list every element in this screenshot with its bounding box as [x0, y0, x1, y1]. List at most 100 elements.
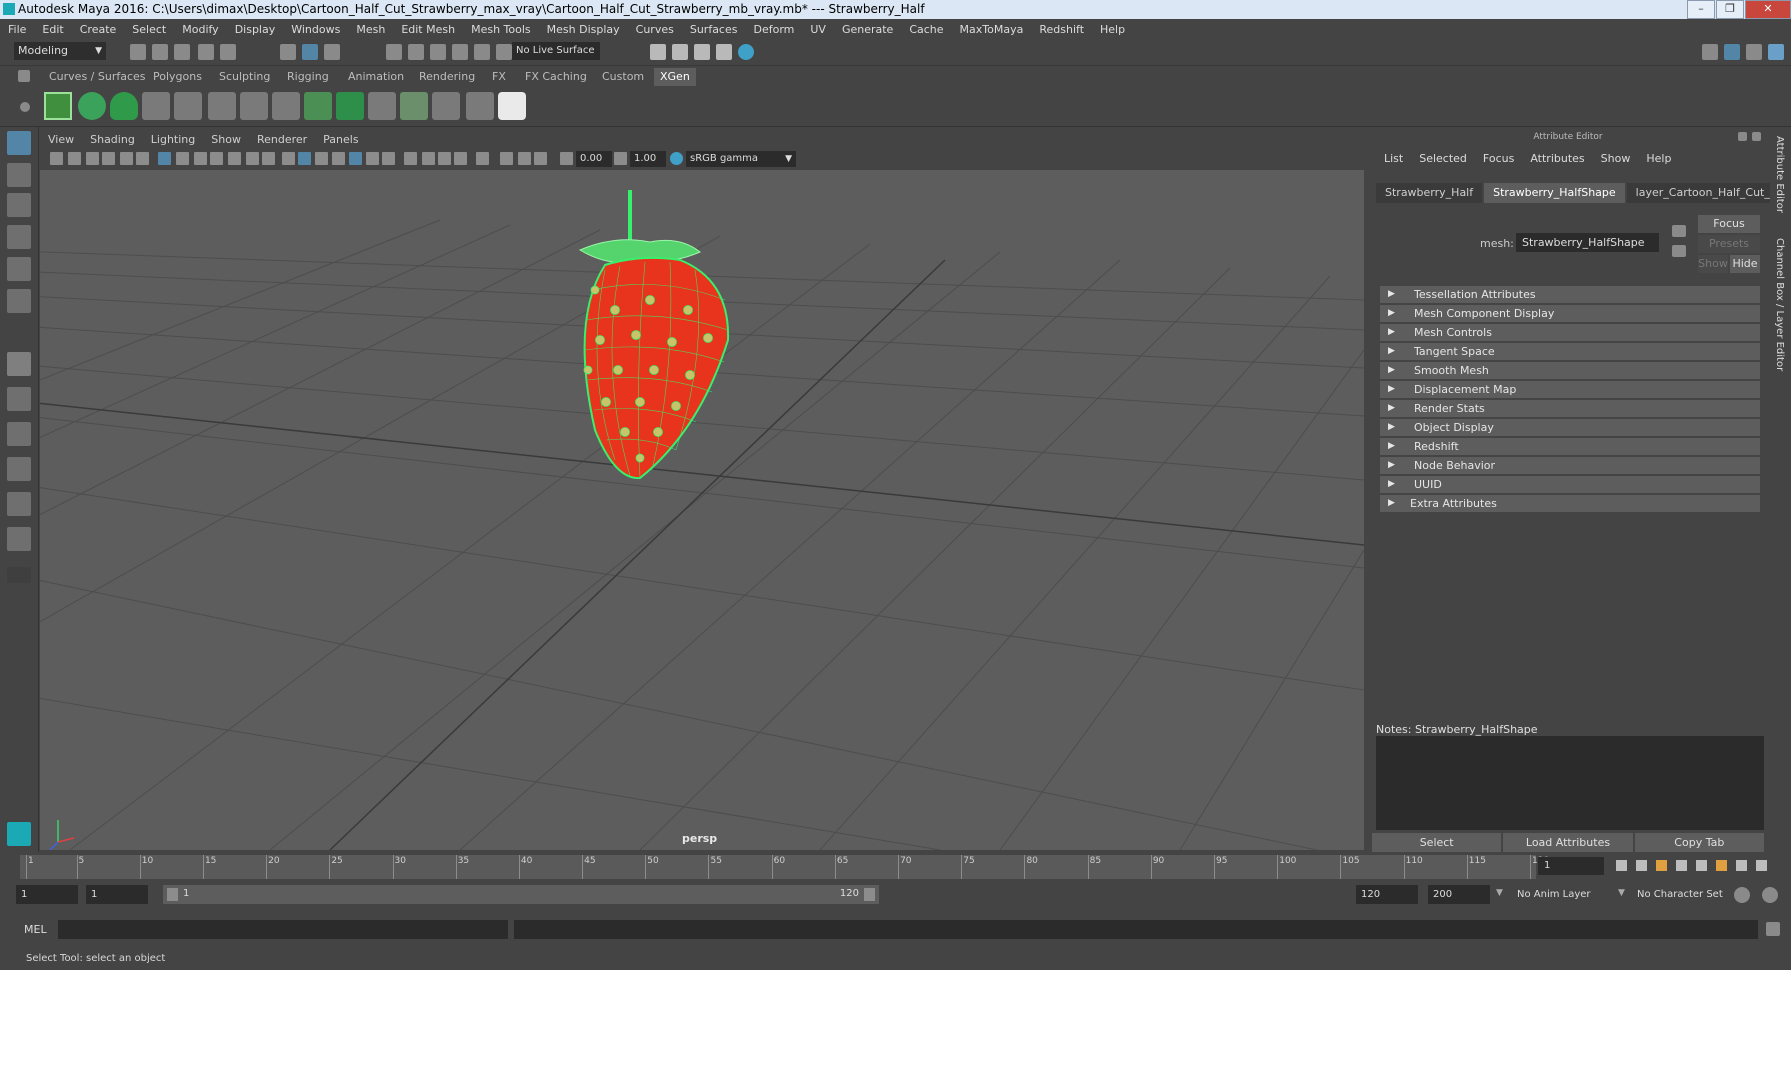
go-to-input-icon[interactable] [1672, 225, 1686, 237]
xgen-sculpt-guide-icon[interactable] [208, 92, 236, 120]
section-extra-attributes[interactable]: ▶ Extra Attributes [1380, 495, 1760, 512]
new-scene-icon[interactable] [130, 44, 146, 60]
menu-mesh-tools[interactable]: Mesh Tools [463, 23, 539, 36]
safe-action-icon[interactable] [246, 152, 259, 165]
mode-selector[interactable]: Modeling ▼ [14, 42, 106, 60]
gate-mask-icon[interactable] [210, 152, 223, 165]
command-input[interactable] [58, 920, 508, 939]
section-mesh-component-display[interactable]: ▶ Mesh Component Display [1380, 305, 1760, 322]
shelf-tab-polygons[interactable]: Polygons [147, 68, 208, 86]
menu-cache[interactable]: Cache [901, 23, 951, 36]
motion-blur-icon[interactable] [422, 152, 435, 165]
attribute-editor-toggle-icon[interactable] [1724, 44, 1740, 60]
multisample-aa-icon[interactable] [438, 152, 451, 165]
menu-curves[interactable]: Curves [628, 23, 682, 36]
snap-view-plane-icon[interactable] [452, 44, 468, 60]
tab-strawberry-halfshape[interactable]: Strawberry_HalfShape [1484, 183, 1625, 203]
playback-end-field[interactable]: 120 [1356, 885, 1418, 904]
safe-title-icon[interactable] [262, 152, 275, 165]
tab-strawberry-half[interactable]: Strawberry_Half [1376, 183, 1483, 203]
time-slider[interactable]: 1 5 10 15 20 25 30 35 40 45 50 55 60 65 70 75 80 85 90 95 10… [0, 852, 1791, 880]
default-material-icon[interactable] [315, 152, 328, 165]
select-by-component-icon[interactable] [324, 44, 340, 60]
shelf-tab-animation[interactable]: Animation [342, 68, 410, 86]
xray-joints-icon[interactable] [500, 152, 513, 165]
channel-box-toggle-icon[interactable] [1746, 44, 1762, 60]
focus-button[interactable]: Focus [1698, 215, 1760, 233]
field-chart-icon[interactable] [228, 152, 241, 165]
xgen-fur-icon[interactable] [400, 92, 428, 120]
viewport-menu-show[interactable]: Show [203, 133, 249, 146]
close-button[interactable]: ✕ [1745, 0, 1791, 19]
shelf-tab-xgen[interactable]: XGen [654, 68, 696, 86]
snap-surface-icon[interactable] [474, 44, 490, 60]
color-management-icon[interactable] [670, 152, 683, 165]
menu-modify[interactable]: Modify [174, 23, 226, 36]
history-icon[interactable] [496, 44, 512, 60]
step-forward-frame-icon[interactable] [1736, 860, 1747, 871]
animation-end-field[interactable]: 200 [1428, 885, 1490, 904]
render-globe-icon[interactable] [738, 44, 754, 60]
ipr-render-icon[interactable] [694, 44, 710, 60]
wireframe-on-shaded-icon[interactable] [332, 152, 345, 165]
menu-generate[interactable]: Generate [834, 23, 901, 36]
open-scene-icon[interactable] [152, 44, 168, 60]
shadows-icon[interactable] [382, 152, 395, 165]
range-slider[interactable]: 1 120 [163, 885, 879, 904]
render-settings-icon[interactable] [650, 44, 666, 60]
xgen-delete-icon[interactable] [466, 92, 494, 120]
section-node-behavior[interactable]: ▶ Node Behavior [1380, 457, 1760, 474]
shelf-tab-curves-surfaces[interactable]: Curves / Surfaces [43, 68, 152, 86]
shelf-tab-fx[interactable]: FX [486, 68, 512, 86]
float-panel-icon[interactable] [1738, 132, 1747, 141]
menu-surfaces[interactable]: Surfaces [682, 23, 746, 36]
use-all-lights-icon[interactable] [366, 152, 379, 165]
section-redshift[interactable]: ▶ Redshift [1380, 438, 1760, 455]
viewport-menu-shading[interactable]: Shading [82, 133, 143, 146]
snap-curve-icon[interactable] [408, 44, 424, 60]
xgen-rebuild-guide-icon[interactable] [240, 92, 268, 120]
xgen-place-guide-icon[interactable] [174, 92, 202, 120]
select-tool-icon[interactable] [7, 131, 31, 155]
isolate-select-icon[interactable] [476, 152, 489, 165]
playback-start-field[interactable]: 1 [86, 885, 148, 904]
load-attributes-button[interactable]: Load Attributes [1503, 833, 1633, 853]
shelf-tab-fx-caching[interactable]: FX Caching [519, 68, 593, 86]
xgen-layers-icon[interactable] [336, 92, 364, 120]
color-space-dropdown[interactable]: sRGB gamma ▼ [686, 151, 796, 167]
persp-graph-layout-icon[interactable] [7, 457, 31, 481]
snap-point-icon[interactable] [430, 44, 446, 60]
save-scene-icon[interactable] [174, 44, 190, 60]
image-plane-icon[interactable] [102, 152, 115, 165]
film-gate-icon[interactable] [176, 152, 189, 165]
mesh-name-field[interactable]: Strawberry_HalfShape [1516, 233, 1659, 252]
paint-select-tool-icon[interactable] [7, 193, 31, 217]
camera-select-icon[interactable] [50, 152, 63, 165]
render-view-icon[interactable] [672, 44, 688, 60]
persp-outliner-layout-icon[interactable] [7, 527, 31, 551]
animation-start-field[interactable]: 1 [16, 885, 78, 904]
layout-more-icon[interactable] [7, 567, 31, 583]
xray-icon[interactable] [349, 152, 362, 165]
range-end-handle[interactable] [864, 888, 875, 901]
viewport-menu-panels[interactable]: Panels [315, 133, 366, 146]
shelf-tab-rendering[interactable]: Rendering [413, 68, 481, 86]
outliner-layout-icon[interactable] [7, 492, 31, 516]
single-perspective-layout-icon[interactable] [7, 352, 31, 376]
menu-mesh-display[interactable]: Mesh Display [539, 23, 628, 36]
wireframe-icon[interactable] [282, 152, 295, 165]
menu-display[interactable]: Display [227, 23, 284, 36]
viewport-menu-renderer[interactable]: Renderer [249, 133, 315, 146]
xgen-clumps-icon[interactable] [368, 92, 396, 120]
xgen-add-guide-icon[interactable] [142, 92, 170, 120]
undo-icon[interactable] [198, 44, 214, 60]
step-back-frame-icon[interactable] [1636, 860, 1647, 871]
animation-preferences-icon[interactable] [1762, 887, 1778, 903]
shelf-tab-custom[interactable]: Custom [596, 68, 650, 86]
maximize-button[interactable]: ❐ [1716, 0, 1744, 19]
copy-tab-button[interactable]: Copy Tab [1634, 833, 1764, 853]
smooth-shade-icon[interactable] [298, 152, 311, 165]
exposure-field[interactable]: 0.00 [576, 151, 612, 167]
xgen-cut-icon[interactable] [432, 92, 460, 120]
grease-pencil-icon[interactable] [136, 152, 149, 165]
